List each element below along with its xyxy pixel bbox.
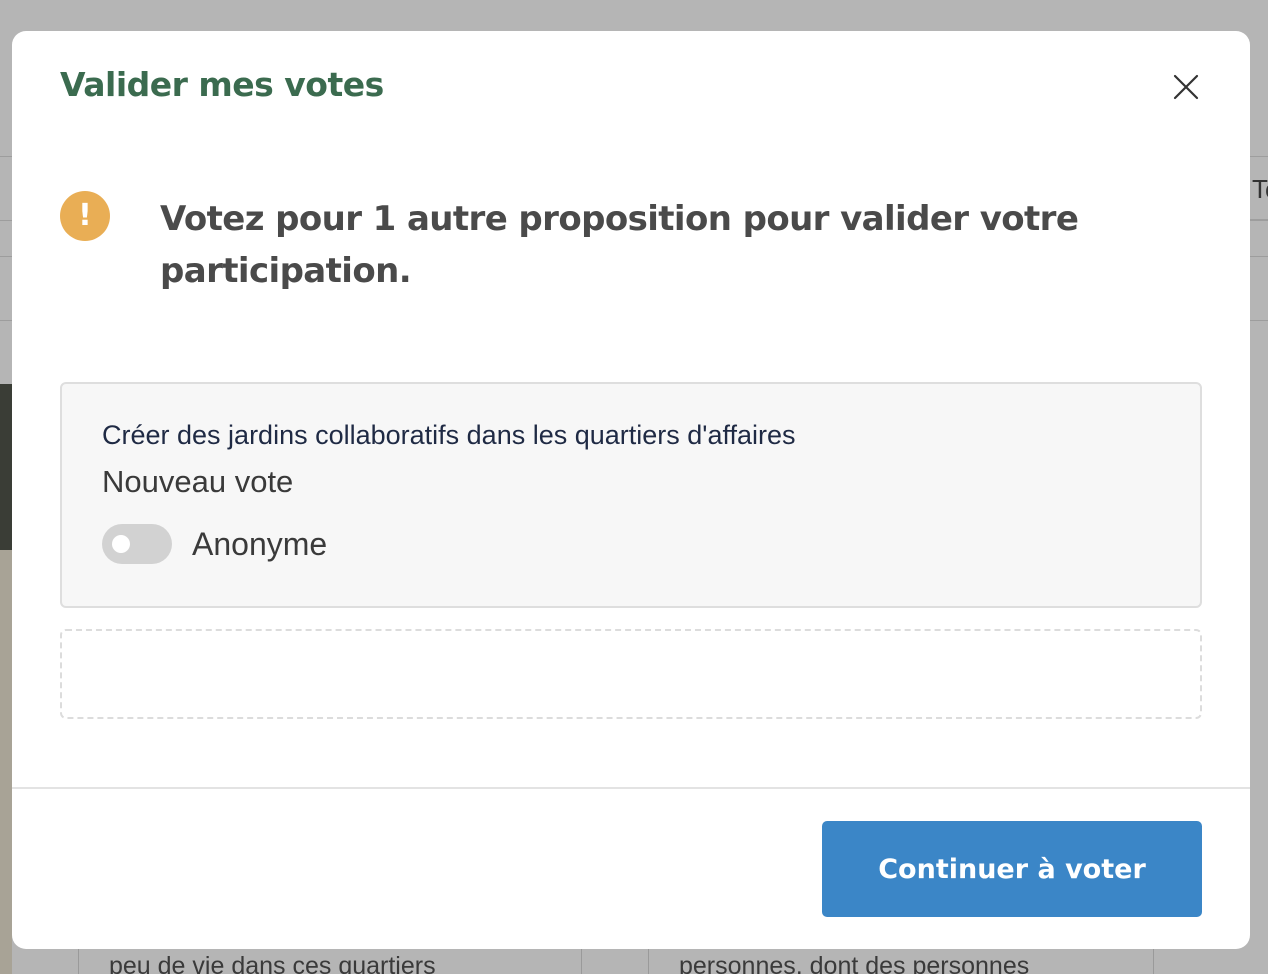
close-button[interactable] <box>1169 70 1203 104</box>
proposal-title: Créer des jardins collaboratifs dans les… <box>102 420 796 450</box>
background-card-text: personnes, dont des personnes <box>648 948 1154 974</box>
background-tab-fragment: To <box>1250 156 1268 220</box>
background-image <box>0 550 12 974</box>
background-image <box>0 384 12 550</box>
continue-voting-button[interactable]: Continuer à voter <box>822 821 1202 917</box>
validate-votes-modal: Valider mes votes ! Votez pour 1 autre p… <box>12 31 1250 949</box>
exclamation-icon: ! <box>60 191 110 241</box>
footer-divider <box>12 787 1250 789</box>
background-card-text: peu de vie dans ces quartiers <box>78 948 582 974</box>
anonymous-label: Anonyme <box>192 526 328 562</box>
close-icon <box>1173 74 1199 100</box>
modal-title: Valider mes votes <box>60 65 384 104</box>
warning-message: Votez pour 1 autre proposition pour vali… <box>160 199 1079 291</box>
vote-status: Nouveau vote <box>102 464 294 499</box>
anonymous-toggle[interactable] <box>102 524 172 564</box>
empty-vote-slot <box>60 629 1202 719</box>
vote-card: Créer des jardins collaboratifs dans les… <box>60 382 1202 608</box>
toggle-knob <box>112 535 130 553</box>
